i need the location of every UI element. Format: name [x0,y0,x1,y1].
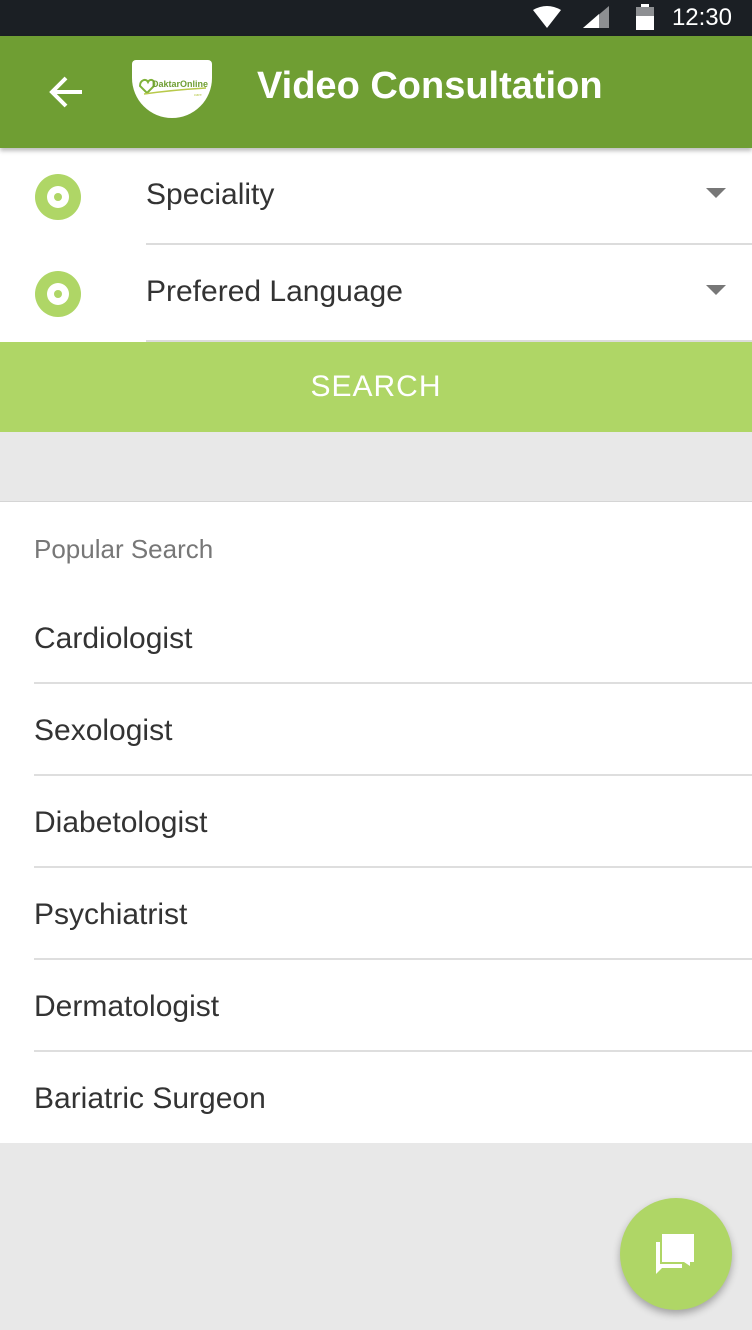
list-item-label: Bariatric Surgeon [34,1082,266,1115]
list-item[interactable]: Sexologist [34,684,752,776]
list-item[interactable]: Diabetologist [34,776,752,868]
cell-signal-icon [583,6,609,33]
speciality-select[interactable]: Speciality [0,148,752,245]
svg-text:DaktarOnline: DaktarOnline [152,79,208,89]
popular-search-heading: Popular Search [34,534,214,564]
arrow-back-icon [49,76,82,108]
dropdown-arrow-icon [706,285,726,295]
popular-search-panel: Popular Search Cardiologist Sexologist D… [0,501,752,1143]
search-form: Speciality Prefered Language [0,148,752,342]
list-item-label: Sexologist [34,714,173,747]
list-item[interactable]: Bariatric Surgeon [34,1052,752,1144]
list-item[interactable]: Dermatologist [34,960,752,1052]
popular-search-list: Cardiologist Sexologist Diabetologist Ps… [0,592,752,1144]
radio-selected-icon [35,271,81,317]
list-item[interactable]: Cardiologist [34,592,752,684]
list-item[interactable]: Psychiatrist [34,868,752,960]
app-bar: DaktarOnline care Video Consultation [0,36,752,148]
battery-icon [636,4,654,35]
chat-icon [656,1234,694,1274]
wifi-icon [533,6,561,33]
status-time: 12:30 [671,4,732,31]
list-item-label: Diabetologist [34,806,208,839]
list-item-label: Cardiologist [34,622,193,655]
back-button[interactable] [40,66,92,118]
search-button[interactable]: SEARCH [0,342,752,432]
radio-selected-icon [35,174,81,220]
svg-text:care: care [194,92,203,97]
language-label: Prefered Language [146,275,403,308]
list-item-label: Dermatologist [34,990,220,1023]
status-bar: 12:30 [0,0,752,36]
list-item-label: Psychiatrist [34,898,188,931]
app-logo: DaktarOnline care [132,60,212,118]
dropdown-arrow-icon [706,188,726,198]
chat-fab-button[interactable] [620,1198,732,1310]
speciality-label: Speciality [146,178,275,211]
language-select[interactable]: Prefered Language [0,245,752,342]
page-title: Video Consultation [257,65,603,107]
